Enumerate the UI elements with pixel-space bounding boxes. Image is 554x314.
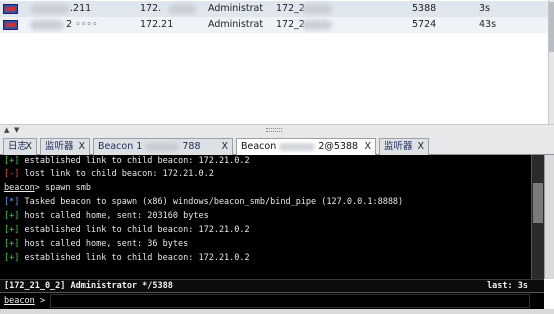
- monitor-icon: [3, 20, 18, 30]
- console-prompt: beacon: [4, 183, 35, 193]
- input-prompt: beacon: [4, 296, 35, 306]
- status-tag: [+]: [4, 225, 20, 235]
- tab-bar: 日志 X 监听器 X Beacon 1 788 X Beacon 2@5388 …: [0, 137, 554, 156]
- tab-suffix: 788: [182, 141, 201, 152]
- command-input[interactable]: [50, 294, 530, 308]
- user: Administrat: [208, 3, 264, 14]
- console-line: beacon> spawn smb: [4, 182, 91, 195]
- console-line: [-] lost link to child beacon: 172.21.0.…: [4, 168, 214, 181]
- redacted-ip: [168, 4, 196, 14]
- tab-label: 监听器: [45, 141, 74, 152]
- beacon-console: [+] established link to child beacon: 17…: [0, 155, 554, 279]
- tab-label: 日志: [8, 141, 28, 152]
- tab-suffix: 2@5388: [318, 141, 359, 152]
- window-edge: [0, 309, 554, 314]
- collapse-down-icon[interactable]: ▼: [14, 126, 19, 134]
- close-icon[interactable]: X: [417, 139, 424, 154]
- redacted-host: [302, 20, 332, 30]
- console-text: > spawn smb: [34, 183, 92, 193]
- tab-listeners[interactable]: 监听器 X: [40, 138, 90, 155]
- scroll-thumb[interactable]: [549, 2, 554, 52]
- status-tag: [+]: [4, 239, 20, 249]
- console-text: Tasked beacon to spawn (x86) windows/bea…: [19, 197, 404, 207]
- status-tag: [+]: [4, 253, 20, 263]
- scroll-thumb[interactable]: [533, 183, 543, 223]
- sessions-scrollbar[interactable]: [548, 0, 554, 124]
- last-seen: 43s: [479, 19, 497, 30]
- redacted-ip: [30, 4, 70, 14]
- monitor-icon: [3, 4, 18, 14]
- status-tag: [-]: [4, 169, 20, 179]
- close-icon[interactable]: X: [25, 139, 32, 154]
- close-icon[interactable]: X: [221, 139, 228, 154]
- status-tag: [*]: [4, 197, 20, 207]
- input-prompt-gt: >: [40, 296, 46, 306]
- tab-listeners-2[interactable]: 监听器 X: [379, 138, 429, 155]
- sessions-table: .211 172. Administrat 172_2 5388 3s 2 ◦◦…: [0, 0, 554, 124]
- redacted-ip: [145, 142, 180, 151]
- collapse-up-icon[interactable]: ▲: [4, 126, 9, 134]
- console-text: lost link to child beacon: 172.21.0.2: [19, 169, 214, 179]
- command-input-row: beacon >: [0, 292, 544, 309]
- session-row[interactable]: 2 ◦◦◦◦ 172.21 Administrat 172_2 5724 43s: [0, 17, 548, 33]
- console-line: [+] established link to child beacon: 17…: [4, 224, 250, 237]
- last-seen: 3s: [479, 3, 490, 14]
- session-row[interactable]: .211 172. Administrat 172_2 5388 3s: [0, 1, 548, 17]
- console-text: established link to child beacon: 172.21…: [19, 225, 250, 235]
- tab-beacon-5388[interactable]: Beacon 2@5388 X: [236, 138, 376, 156]
- console-scrollbar[interactable]: [531, 155, 544, 279]
- grip-handle-icon[interactable]: [266, 128, 282, 132]
- tab-label: 监听器: [384, 141, 413, 152]
- close-icon[interactable]: X: [364, 139, 371, 154]
- beacon-status-bar: [172_21_0_2] Administrator */5388 last: …: [0, 279, 544, 292]
- console-line: [*] Tasked beacon to spawn (x86) windows…: [4, 196, 403, 209]
- console-line: [+] established link to child beacon: 17…: [4, 252, 250, 265]
- console-line: [+] established link to child beacon: 17…: [4, 155, 250, 168]
- redacted-host: [302, 4, 332, 14]
- status-tag: [+]: [4, 156, 20, 166]
- internal-ip: 172.21: [140, 19, 174, 30]
- console-text: established link to child beacon: 172.21…: [19, 156, 250, 166]
- redacted-ip: [30, 20, 64, 30]
- status-last: last: 3s: [487, 281, 528, 291]
- redacted-ip: [279, 142, 316, 151]
- close-icon[interactable]: X: [78, 139, 85, 154]
- console-line: [+] host called home, sent: 36 bytes: [4, 238, 188, 251]
- console-text: host called home, sent: 203160 bytes: [19, 211, 209, 221]
- window-edge: [544, 155, 554, 279]
- pid: 5724: [412, 19, 437, 30]
- status-tag: [+]: [4, 211, 20, 221]
- tab-beacon-5724[interactable]: Beacon 1 788 X: [93, 138, 233, 155]
- tab-label: Beacon 1: [98, 141, 143, 152]
- pane-splitter[interactable]: ▲ ▼: [0, 124, 554, 137]
- console-text: established link to child beacon: 172.21…: [19, 253, 250, 263]
- tab-label: Beacon: [241, 141, 277, 152]
- console-text: host called home, sent: 36 bytes: [19, 239, 189, 249]
- status-session: [172_21_0_2] Administrator */5388: [4, 281, 173, 291]
- tab-event-log[interactable]: 日志 X: [3, 138, 37, 155]
- pid: 5388: [412, 3, 437, 14]
- user: Administrat: [208, 19, 264, 30]
- console-line: [+] host called home, sent: 203160 bytes: [4, 210, 209, 223]
